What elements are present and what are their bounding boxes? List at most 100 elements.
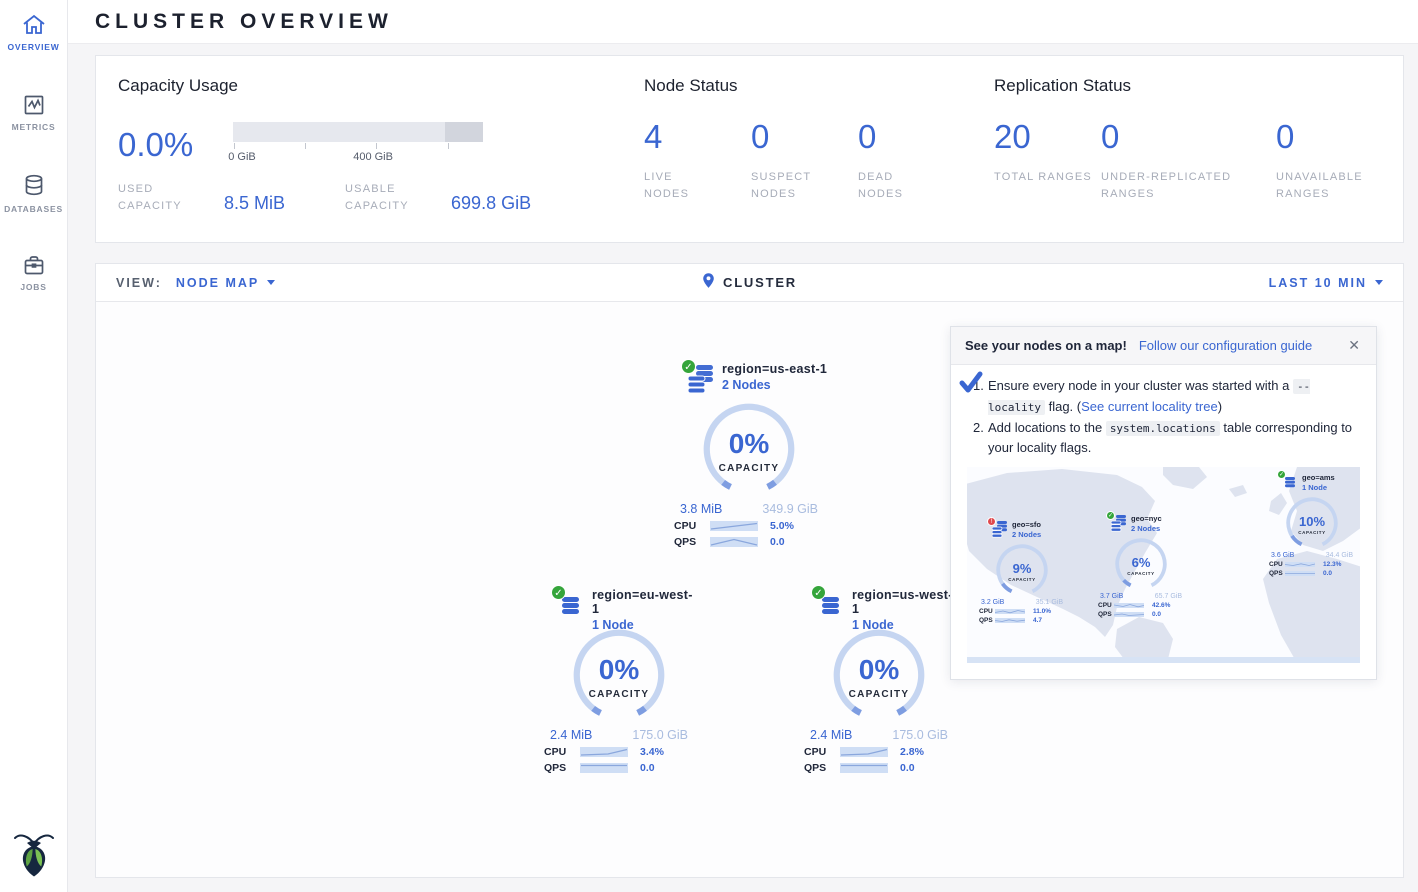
capacity-label: CAPACITY: [1127, 571, 1154, 576]
view-selector-dropdown[interactable]: NODE MAP: [176, 276, 275, 290]
sidebar-item-label: JOBS: [20, 282, 46, 292]
region-node-count: 2 Nodes: [1012, 530, 1077, 539]
close-icon[interactable]: ✕: [1346, 337, 1362, 354]
sidebar-item-databases[interactable]: DATABASES: [0, 160, 67, 240]
sidebar-item-label: OVERVIEW: [7, 42, 59, 52]
stat-value: 0: [1101, 120, 1276, 153]
cpu-sparkline: [840, 747, 888, 757]
example-map-illustration: ! geo=sfo 2 Nodes: [967, 467, 1360, 663]
qps-label: QPS: [544, 762, 580, 774]
locality-tree-link[interactable]: See current locality tree: [1081, 399, 1218, 414]
used-capacity-stat: USED CAPACITY 8.5 MiB: [118, 181, 285, 215]
capacity-arc-gauge: 9% CAPACITY: [995, 543, 1049, 597]
popup-title: See your nodes on a map!: [965, 338, 1127, 353]
mini-region-ams: ✓ geo=ams 1 Node: [1257, 470, 1360, 577]
mini-region-nyc: ✓ geo=nyc 2 Nodes: [1086, 511, 1196, 618]
healthy-check-icon: ✓: [811, 585, 826, 600]
capacity-arc-gauge: 0% CAPACITY: [701, 401, 797, 497]
region-name: geo=sfo: [1012, 520, 1077, 529]
stat-label: TOTAL RANGES: [994, 169, 1101, 186]
step-text: ): [1218, 399, 1222, 414]
chevron-down-icon: [267, 280, 275, 285]
node-map-card: VIEW: NODE MAP CLUSTER LAST 10 MIN: [95, 263, 1404, 878]
stat-label: USABLE CAPACITY: [345, 181, 437, 215]
cpu-value: 3.4%: [640, 746, 664, 758]
cpu-value: 42.6%: [1152, 602, 1170, 609]
capacity-label: CAPACITY: [1008, 577, 1035, 582]
capacity-used: 3.6 GiB: [1271, 552, 1294, 559]
replication-status-section: Replication Status 20 TOTAL RANGES 0 UND…: [994, 76, 1403, 242]
region-name: region=eu-west-1: [592, 588, 699, 616]
capacity-total: 34.4 GiB: [1326, 552, 1353, 559]
stat-value: 699.8 GiB: [451, 193, 531, 215]
capacity-used: 2.4 MiB: [550, 728, 592, 742]
cpu-label: CPU: [674, 520, 710, 532]
stat-value: 0: [858, 120, 965, 153]
location-pin-icon: [702, 272, 715, 294]
region-gauge-eu-west-1[interactable]: ✓ region=eu-west-1 1 Node: [539, 585, 699, 774]
qps-value: 4.7: [1033, 617, 1042, 624]
home-icon: [21, 13, 47, 37]
sidebar-item-metrics[interactable]: METRICS: [0, 80, 67, 160]
under-replicated-ranges-stat: 0 UNDER-REPLICATED RANGES: [1101, 120, 1276, 203]
step-text: flag. (: [1045, 399, 1081, 414]
stat-value: 8.5 MiB: [224, 193, 285, 215]
cpu-value: 11.0%: [1033, 608, 1051, 615]
cpu-sparkline: [995, 609, 1025, 614]
jobs-icon: [22, 253, 46, 277]
time-range-value: LAST 10 MIN: [1269, 276, 1367, 290]
cpu-sparkline: [580, 747, 628, 757]
breadcrumb-cluster[interactable]: CLUSTER: [723, 275, 797, 290]
stat-label: UNAVAILABLE RANGES: [1276, 169, 1376, 203]
qps-sparkline: [580, 763, 628, 773]
qps-value: 0.0: [770, 536, 785, 548]
sidebar-item-overview[interactable]: OVERVIEW: [0, 0, 67, 80]
sidebar-item-label: DATABASES: [4, 204, 63, 214]
view-selector-value: NODE MAP: [176, 276, 259, 290]
live-nodes-stat: 4 LIVE NODES: [644, 120, 751, 203]
capacity-used: 3.8 MiB: [680, 502, 722, 516]
cpu-sparkline: [710, 521, 758, 531]
qps-label: QPS: [1269, 570, 1285, 577]
time-range-dropdown[interactable]: LAST 10 MIN: [1269, 276, 1383, 290]
page-header: CLUSTER OVERVIEW: [68, 0, 1418, 44]
cockroachdb-logo: [13, 831, 55, 882]
qps-value: 0.0: [1323, 570, 1332, 577]
qps-sparkline: [1285, 571, 1315, 576]
cpu-label: CPU: [979, 608, 995, 615]
capacity-label: CAPACITY: [849, 689, 910, 700]
stat-label: USED CAPACITY: [118, 181, 210, 215]
cpu-label: CPU: [544, 746, 580, 758]
region-node-count[interactable]: 2 Nodes: [722, 378, 829, 392]
qps-sparkline: [840, 763, 888, 773]
region-node-count: 2 Nodes: [1131, 524, 1196, 533]
step-text: Add locations to the: [988, 420, 1106, 435]
configuration-guide-link[interactable]: Follow our configuration guide: [1139, 338, 1312, 353]
region-name: region=us-east-1: [722, 362, 829, 376]
capacity-total: 35.1 GiB: [1036, 599, 1063, 606]
qps-value: 0.0: [640, 762, 655, 774]
capacity-percent: 9%: [1013, 562, 1032, 575]
cpu-value: 2.8%: [900, 746, 924, 758]
sidebar-item-jobs[interactable]: JOBS: [0, 240, 67, 320]
region-gauge-us-west-1[interactable]: ✓ region=us-west-1 1 Node: [799, 585, 959, 774]
dead-nodes-stat: 0 DEAD NODES: [858, 120, 965, 203]
section-title: Replication Status: [994, 76, 1403, 96]
total-ranges-stat: 20 TOTAL RANGES: [994, 120, 1101, 203]
capacity-total: 175.0 GiB: [632, 728, 688, 742]
qps-value: 0.0: [1152, 611, 1161, 618]
usable-capacity-stat: USABLE CAPACITY 699.8 GiB: [345, 181, 531, 215]
cpu-label: CPU: [804, 746, 840, 758]
stat-value: 0: [751, 120, 858, 153]
qps-label: QPS: [1098, 611, 1114, 618]
step-number: 2.: [973, 418, 984, 439]
qps-label: QPS: [804, 762, 840, 774]
view-label: VIEW:: [116, 276, 162, 290]
capacity-label: CAPACITY: [1298, 530, 1325, 535]
region-gauge-us-east-1[interactable]: ✓ region=us: [669, 359, 829, 548]
healthy-check-icon: ✓: [551, 585, 566, 600]
mini-region-sfo: ! geo=sfo 2 Nodes: [967, 517, 1077, 624]
capacity-total: 65.7 GiB: [1155, 593, 1182, 600]
unavailable-ranges-stat: 0 UNAVAILABLE RANGES: [1276, 120, 1376, 203]
stat-label: SUSPECT NODES: [751, 169, 821, 203]
